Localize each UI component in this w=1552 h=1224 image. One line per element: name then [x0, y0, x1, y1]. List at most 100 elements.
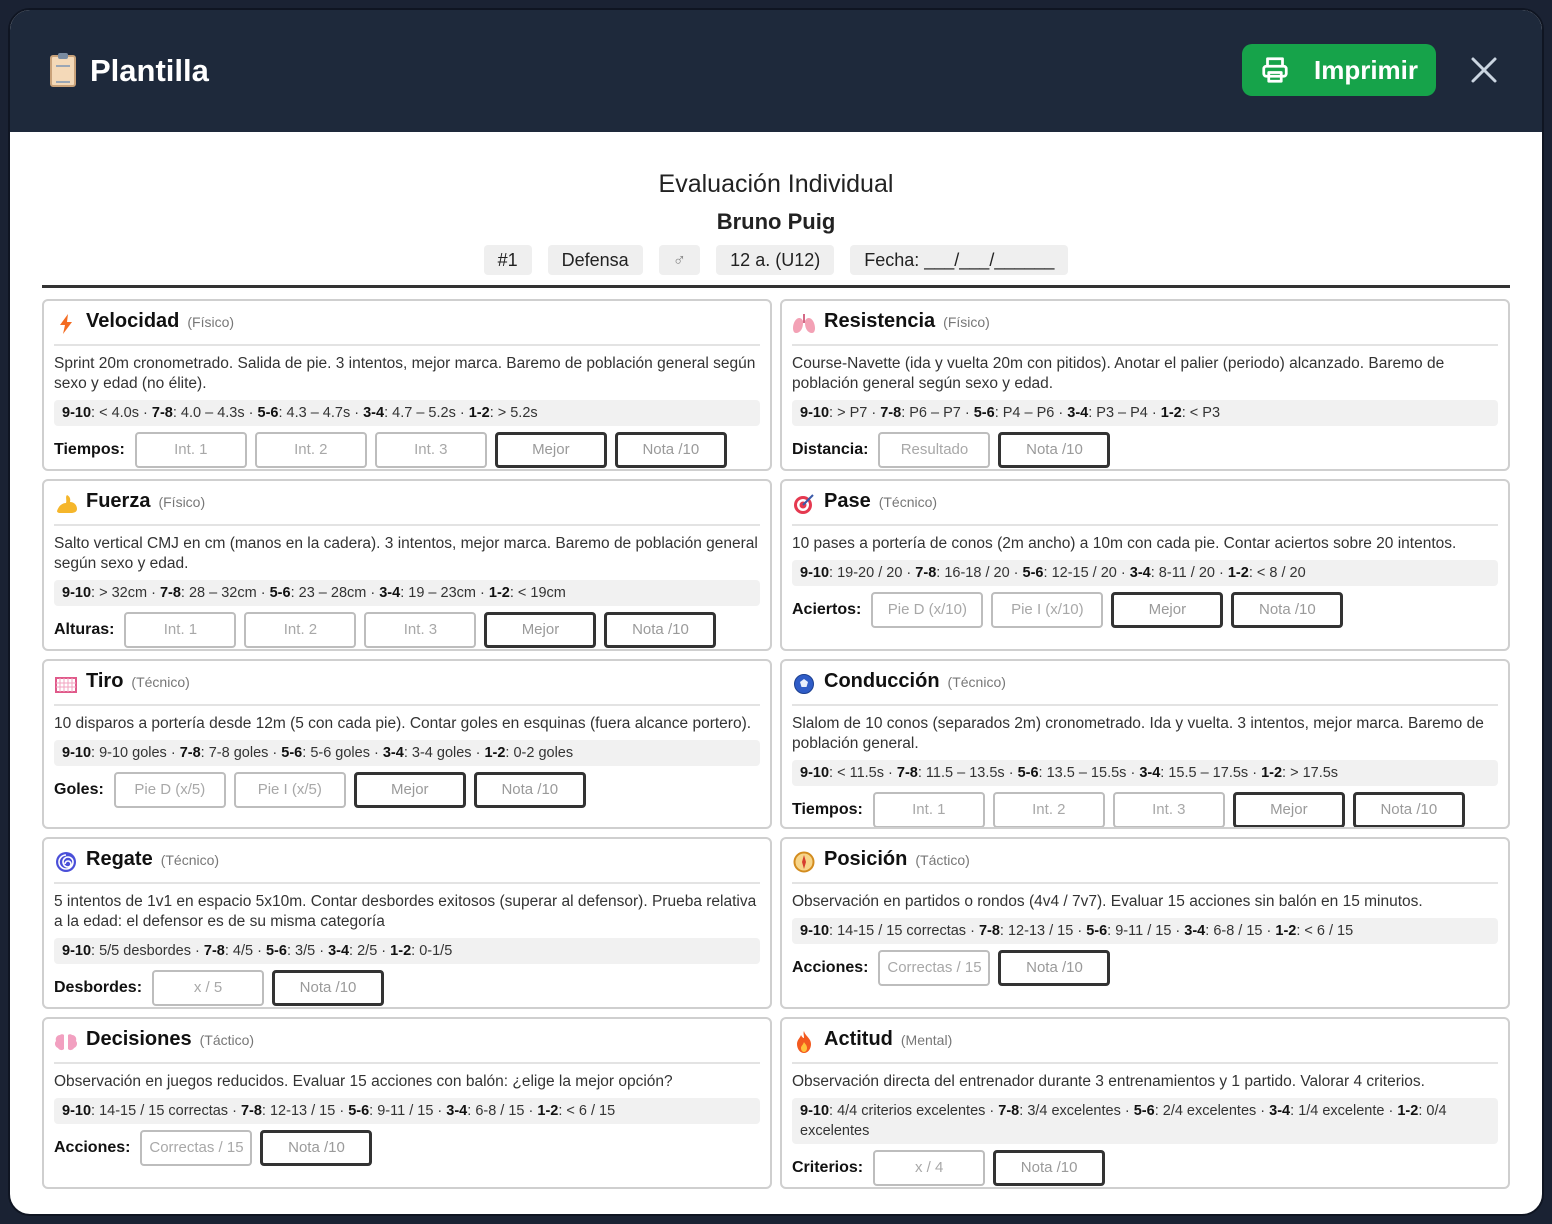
brain-icon — [54, 1030, 78, 1054]
scale-value: 19 – 23cm — [408, 585, 476, 601]
score-field[interactable]: x / 5 — [152, 970, 265, 1006]
scale-value: 4/5 — [232, 943, 254, 959]
scale-range: 9-10 — [800, 405, 830, 421]
score-field[interactable]: Int. 1 — [124, 612, 237, 648]
scale-value: 0-2 goles — [513, 745, 574, 761]
score-field[interactable]: x / 4 — [873, 1150, 986, 1186]
score-field[interactable]: Nota /10 — [993, 1150, 1106, 1186]
print-button[interactable]: Imprimir — [1242, 44, 1436, 96]
card-title: Pase — [824, 490, 871, 512]
score-inputs: Goles: Pie D (x/5) Pie I (x/5) Mejor Nota /… — [54, 772, 760, 808]
scale-range: 9-10 — [62, 745, 92, 761]
score-field[interactable]: Correctas / 15 — [878, 950, 991, 986]
scale-value: P4 – P6 — [1002, 405, 1055, 421]
scale-value: 15.5 – 17.5s — [1168, 765, 1249, 781]
score-field[interactable]: Int. 2 — [992, 792, 1105, 827]
scale-range: 9-10 — [800, 765, 830, 781]
scale-range: 3-4 — [1269, 1103, 1291, 1119]
scale-range: 1-2 — [484, 745, 506, 761]
scale-value: < 19cm — [517, 585, 566, 601]
score-field[interactable]: Nota /10 — [604, 612, 717, 648]
card-title: Decisiones — [86, 1028, 192, 1050]
score-field[interactable]: Nota /10 — [998, 950, 1111, 986]
scale-range: 1-2 — [1275, 923, 1297, 939]
close-button[interactable] — [1466, 52, 1502, 88]
score-field[interactable]: Resultado — [878, 432, 991, 468]
test-card-velocidad: Velocidad (Físico) Sprint 20m cronometra… — [42, 299, 772, 471]
card-category: (Físico) — [158, 494, 206, 510]
score-field[interactable]: Mejor — [494, 432, 607, 468]
card-header: Pase (Técnico) — [792, 490, 1498, 526]
score-field[interactable]: Nota /10 — [1231, 592, 1344, 628]
scale-value: 7-8 goles — [208, 745, 269, 761]
scale-value: 12-15 / 20 — [1051, 565, 1117, 581]
card-description: Observación directa del entrenador duran… — [792, 1073, 1425, 1090]
scale-range: 7-8 — [880, 405, 902, 421]
score-field[interactable]: Int. 3 — [1112, 792, 1225, 827]
score-field[interactable]: Pie D (x/10) — [871, 592, 984, 628]
score-inputs: Aciertos: Pie D (x/10) Pie I (x/10) Mejor N… — [792, 592, 1498, 628]
chip-position: Defensa — [547, 245, 643, 275]
scale-value: > 17.5s — [1290, 765, 1339, 781]
evaluation-title: Evaluación Individual — [658, 170, 894, 198]
card-header: Resistencia (Físico) — [792, 310, 1498, 346]
scale-range: 3-4 — [363, 405, 385, 421]
scale-value: < 11.5s — [837, 765, 884, 781]
lungs-icon — [792, 312, 816, 336]
scale-range: 9-10 — [800, 1103, 830, 1119]
score-field[interactable]: Pie I (x/10) — [991, 592, 1104, 628]
scale-range: 5-6 — [281, 745, 303, 761]
scale-range: 7-8 — [203, 943, 225, 959]
scale-range: 5-6 — [973, 405, 995, 421]
inputs-label: Goles: — [54, 781, 104, 798]
card-header: Posición (Táctico) — [792, 848, 1498, 884]
scale-value: 4.7 – 5.2s — [392, 405, 456, 421]
score-field[interactable]: Nota /10 — [998, 432, 1111, 468]
score-scale: 9-10: 14-15 / 15 correctas · 7-8: 12-13 … — [792, 918, 1498, 944]
scale-value: 9-11 / 15 — [377, 1103, 434, 1119]
scale-value: P3 – P4 — [1096, 405, 1148, 421]
score-field[interactable]: Nota /10 — [473, 772, 586, 808]
score-field[interactable]: Mejor — [353, 772, 466, 808]
scale-range: 1-2 — [1227, 565, 1249, 581]
card-header: Regate (Técnico) — [54, 848, 760, 884]
scale-range: 9-10 — [800, 923, 830, 939]
scale-range: 5-6 — [269, 585, 291, 601]
score-field[interactable]: Int. 3 — [374, 432, 487, 468]
scale-range: 9-10 — [62, 585, 92, 601]
scale-range: 7-8 — [896, 765, 918, 781]
card-title: Resistencia — [824, 310, 936, 332]
score-field[interactable]: Pie D (x/5) — [113, 772, 226, 808]
score-field[interactable]: Nota /10 — [260, 1130, 373, 1166]
score-field[interactable]: Int. 2 — [244, 612, 357, 648]
scale-range: 5-6 — [1022, 565, 1044, 581]
card-description: Slalom de 10 conos (separados 2m) cronom… — [792, 715, 1484, 752]
score-field[interactable]: Nota /10 — [614, 432, 727, 468]
test-card-regate: Regate (Técnico) 5 intentos de 1v1 en es… — [42, 837, 772, 1009]
score-field[interactable]: Int. 2 — [254, 432, 367, 468]
card-category: (Técnico) — [131, 674, 190, 690]
score-field[interactable]: Mejor — [1111, 592, 1224, 628]
scale-value: 13.5 – 15.5s — [1046, 765, 1127, 781]
scale-value: 6-8 / 15 — [475, 1103, 525, 1119]
score-field[interactable]: Correctas / 15 — [140, 1130, 253, 1166]
inputs-label: Desbordes: — [54, 979, 143, 996]
score-scale: 9-10: > 32cm · 7-8: 28 – 32cm · 5-6: 23 … — [54, 580, 760, 606]
scale-range: 1-2 — [537, 1103, 559, 1119]
scale-range: 5-6 — [265, 943, 287, 959]
scale-value: 6-8 / 15 — [1213, 923, 1263, 939]
header-divider — [42, 285, 1510, 288]
scale-range: 3-4 — [1184, 923, 1206, 939]
score-field[interactable]: Mejor — [484, 612, 597, 648]
score-field[interactable]: Pie I (x/5) — [233, 772, 346, 808]
score-field[interactable]: Nota /10 — [1352, 792, 1465, 827]
score-field[interactable]: Int. 1 — [872, 792, 985, 827]
score-field[interactable]: Int. 3 — [364, 612, 477, 648]
scale-range: 3-4 — [379, 585, 401, 601]
scale-range: 1-2 — [468, 405, 490, 421]
score-field[interactable]: Int. 1 — [134, 432, 247, 468]
scale-range: 7-8 — [998, 1103, 1020, 1119]
scale-value: 4/4 criterios excelentes — [837, 1103, 986, 1119]
score-field[interactable]: Nota /10 — [272, 970, 385, 1006]
score-field[interactable]: Mejor — [1232, 792, 1345, 827]
